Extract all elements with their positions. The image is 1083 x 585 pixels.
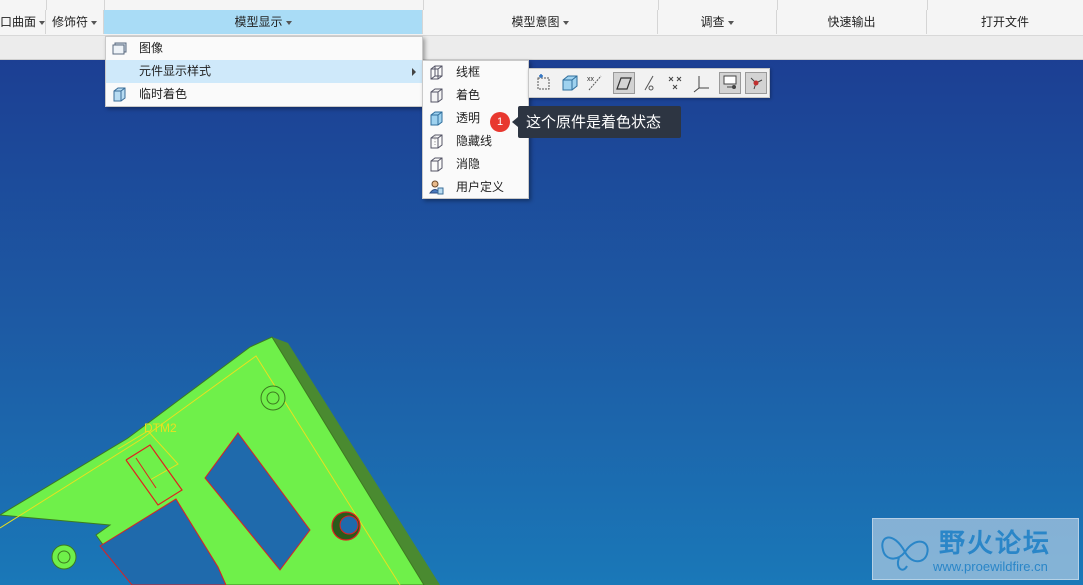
tab-model-display[interactable]: 模型显示	[104, 10, 423, 34]
shaded-icon	[430, 88, 443, 103]
ribbon-bar: 口曲面 修饰符 模型显示 模型意图 调查 快速输出 打开文件	[0, 10, 1083, 36]
tab-open-file[interactable]: 打开文件	[927, 10, 1083, 34]
wireframe-icon	[430, 65, 443, 80]
menu-item-label: 消隐	[456, 157, 481, 171]
tab-modifiers[interactable]: 修饰符	[46, 10, 104, 34]
tab-label: 打开文件	[980, 15, 1029, 29]
hidden-line-icon	[430, 134, 443, 149]
display-style-button[interactable]	[559, 72, 581, 94]
menu-item-label: 透明	[456, 111, 481, 125]
butterfly-logo-icon	[881, 536, 929, 571]
model-canvas: DTM2	[0, 336, 440, 585]
caret-down-icon	[727, 20, 734, 25]
plane-display-icon	[616, 77, 632, 90]
graphics-view-toolbar: xx	[528, 68, 770, 98]
ribbon-divider	[777, 0, 778, 10]
menu-item-label: 用户定义	[456, 180, 505, 194]
menu-item-label: 图像	[139, 41, 164, 55]
annotation-display-icon	[723, 75, 737, 89]
svg-text:xx: xx	[587, 76, 595, 83]
caret-down-icon	[562, 20, 569, 25]
tab-surface[interactable]: 口曲面	[0, 10, 46, 34]
tab-model-intent[interactable]: 模型意图	[423, 10, 658, 34]
tab-label: 模型显示	[234, 15, 283, 29]
menu-item-image[interactable]: 图像	[106, 37, 422, 60]
axis-display-icon: xx	[587, 75, 602, 91]
tab-label: 口曲面	[0, 15, 37, 29]
ribbon-divider	[658, 0, 659, 10]
watermark-title: 野火论坛	[939, 529, 1052, 559]
ribbon-top-strip	[0, 0, 1083, 10]
menu-item-label: 元件显示样式	[139, 64, 212, 78]
tab-label: 修饰符	[51, 15, 88, 29]
menu-item-user-defined[interactable]: 用户定义	[423, 176, 528, 199]
menu-item-label: 线框	[456, 65, 481, 79]
tab-quick-output[interactable]: 快速输出	[777, 10, 927, 34]
plane-display-button[interactable]	[613, 72, 635, 94]
menu-item-wireframe[interactable]: 线框	[423, 61, 528, 84]
ribbon-divider	[927, 0, 928, 10]
ribbon-divider	[104, 0, 105, 10]
annotation-display-button[interactable]	[719, 72, 741, 94]
axis-tag-icon	[644, 75, 654, 91]
submenu-arrow-icon	[412, 68, 416, 76]
csys-display-icon	[693, 76, 709, 93]
watermark-url: www.proewildfire.cn	[933, 559, 1048, 574]
graphics-viewport[interactable]: DTM2	[0, 60, 1083, 585]
step-badge: 1	[490, 112, 510, 132]
axis-tag-button[interactable]	[639, 72, 661, 94]
menu-item-label: 隐藏线	[456, 134, 493, 148]
point-display-icon	[668, 76, 682, 90]
menu-item-shaded[interactable]: 着色	[423, 84, 528, 107]
spin-center-icon	[750, 77, 763, 90]
image-icon	[112, 42, 127, 55]
csys-display-button[interactable]	[691, 72, 713, 94]
tab-investigate[interactable]: 调查	[658, 10, 777, 34]
datum-label: DTM2	[144, 421, 177, 435]
model-hole	[51, 544, 77, 570]
user-defined-icon	[429, 180, 444, 195]
temp-shade-icon	[113, 87, 126, 102]
display-style-icon	[562, 75, 578, 91]
zoom-fit-button[interactable]	[533, 72, 555, 94]
tab-label: 调查	[700, 15, 725, 29]
caret-down-icon	[91, 20, 97, 25]
spin-center-button[interactable]	[745, 72, 767, 94]
menu-item-no-hidden[interactable]: 消隐	[423, 153, 528, 176]
ribbon-divider	[423, 0, 424, 10]
annotation-tooltip: 这个原件是着色状态	[512, 106, 681, 138]
transparent-icon	[430, 111, 443, 126]
tab-label: 模型意图	[511, 15, 560, 29]
menu-item-temp-shade[interactable]: 临时着色	[106, 83, 422, 106]
model-hole	[260, 385, 286, 411]
menu-item-label: 着色	[456, 88, 481, 102]
ribbon-divider	[46, 0, 47, 10]
caret-down-icon	[285, 20, 292, 25]
menu-item-display-style[interactable]: 元件显示样式	[106, 60, 422, 83]
model-hole	[339, 515, 359, 535]
caret-down-icon	[39, 20, 46, 25]
menu-item-hidden-line[interactable]: 隐藏线	[423, 130, 528, 153]
zoom-fit-icon	[537, 74, 550, 90]
axis-display-button[interactable]: xx	[585, 72, 607, 94]
menu-item-label: 临时着色	[139, 87, 188, 101]
model-display-menu: 图像 元件显示样式 临时着色	[105, 36, 423, 107]
point-display-button[interactable]	[665, 72, 687, 94]
display-style-submenu: 线框 着色 透明 隐藏线 消隐 用户定义	[422, 60, 529, 199]
no-hidden-icon	[430, 157, 443, 172]
forum-watermark: 野火论坛 www.proewildfire.cn	[872, 518, 1079, 580]
tab-label: 快速输出	[827, 15, 876, 29]
